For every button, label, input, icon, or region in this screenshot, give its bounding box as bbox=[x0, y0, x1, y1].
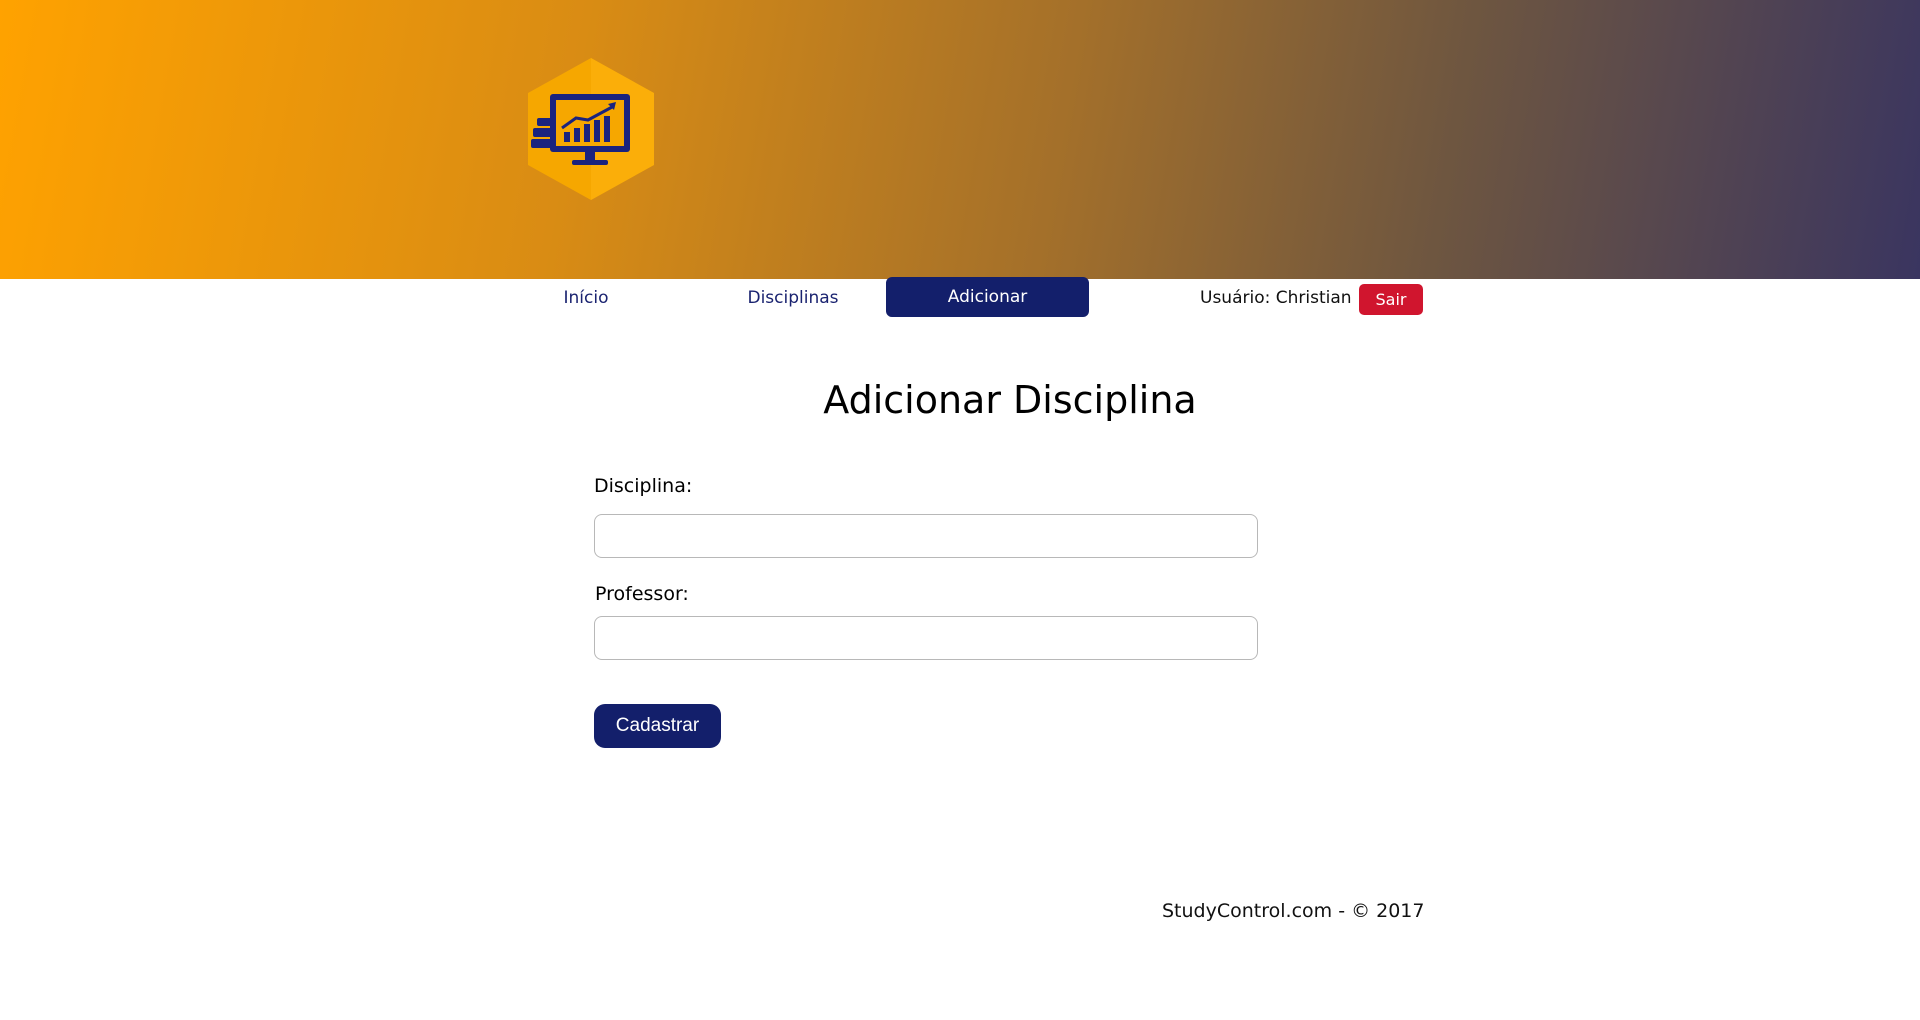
main-nav: Início Disciplinas Adicionar Usuário: Ch… bbox=[0, 277, 1920, 319]
subject-label: Disciplina: bbox=[594, 475, 693, 497]
footer-copyright: StudyControl.com - © 2017 bbox=[1162, 900, 1425, 922]
nav-item-disciplinas[interactable]: Disciplinas bbox=[714, 279, 872, 317]
subject-input[interactable] bbox=[594, 514, 1258, 558]
logout-button[interactable]: Sair bbox=[1359, 284, 1423, 315]
nav-item-adicionar[interactable]: Adicionar bbox=[886, 277, 1089, 317]
nav-item-inicio[interactable]: Início bbox=[514, 279, 658, 317]
submit-button[interactable]: Cadastrar bbox=[594, 704, 721, 748]
professor-input[interactable] bbox=[594, 616, 1258, 660]
user-label: Usuário: Christian bbox=[1200, 288, 1352, 308]
page-title: Adicionar Disciplina bbox=[823, 378, 1197, 422]
professor-label: Professor: bbox=[595, 583, 689, 605]
logo-icon bbox=[528, 58, 654, 200]
header-banner bbox=[0, 0, 1920, 279]
